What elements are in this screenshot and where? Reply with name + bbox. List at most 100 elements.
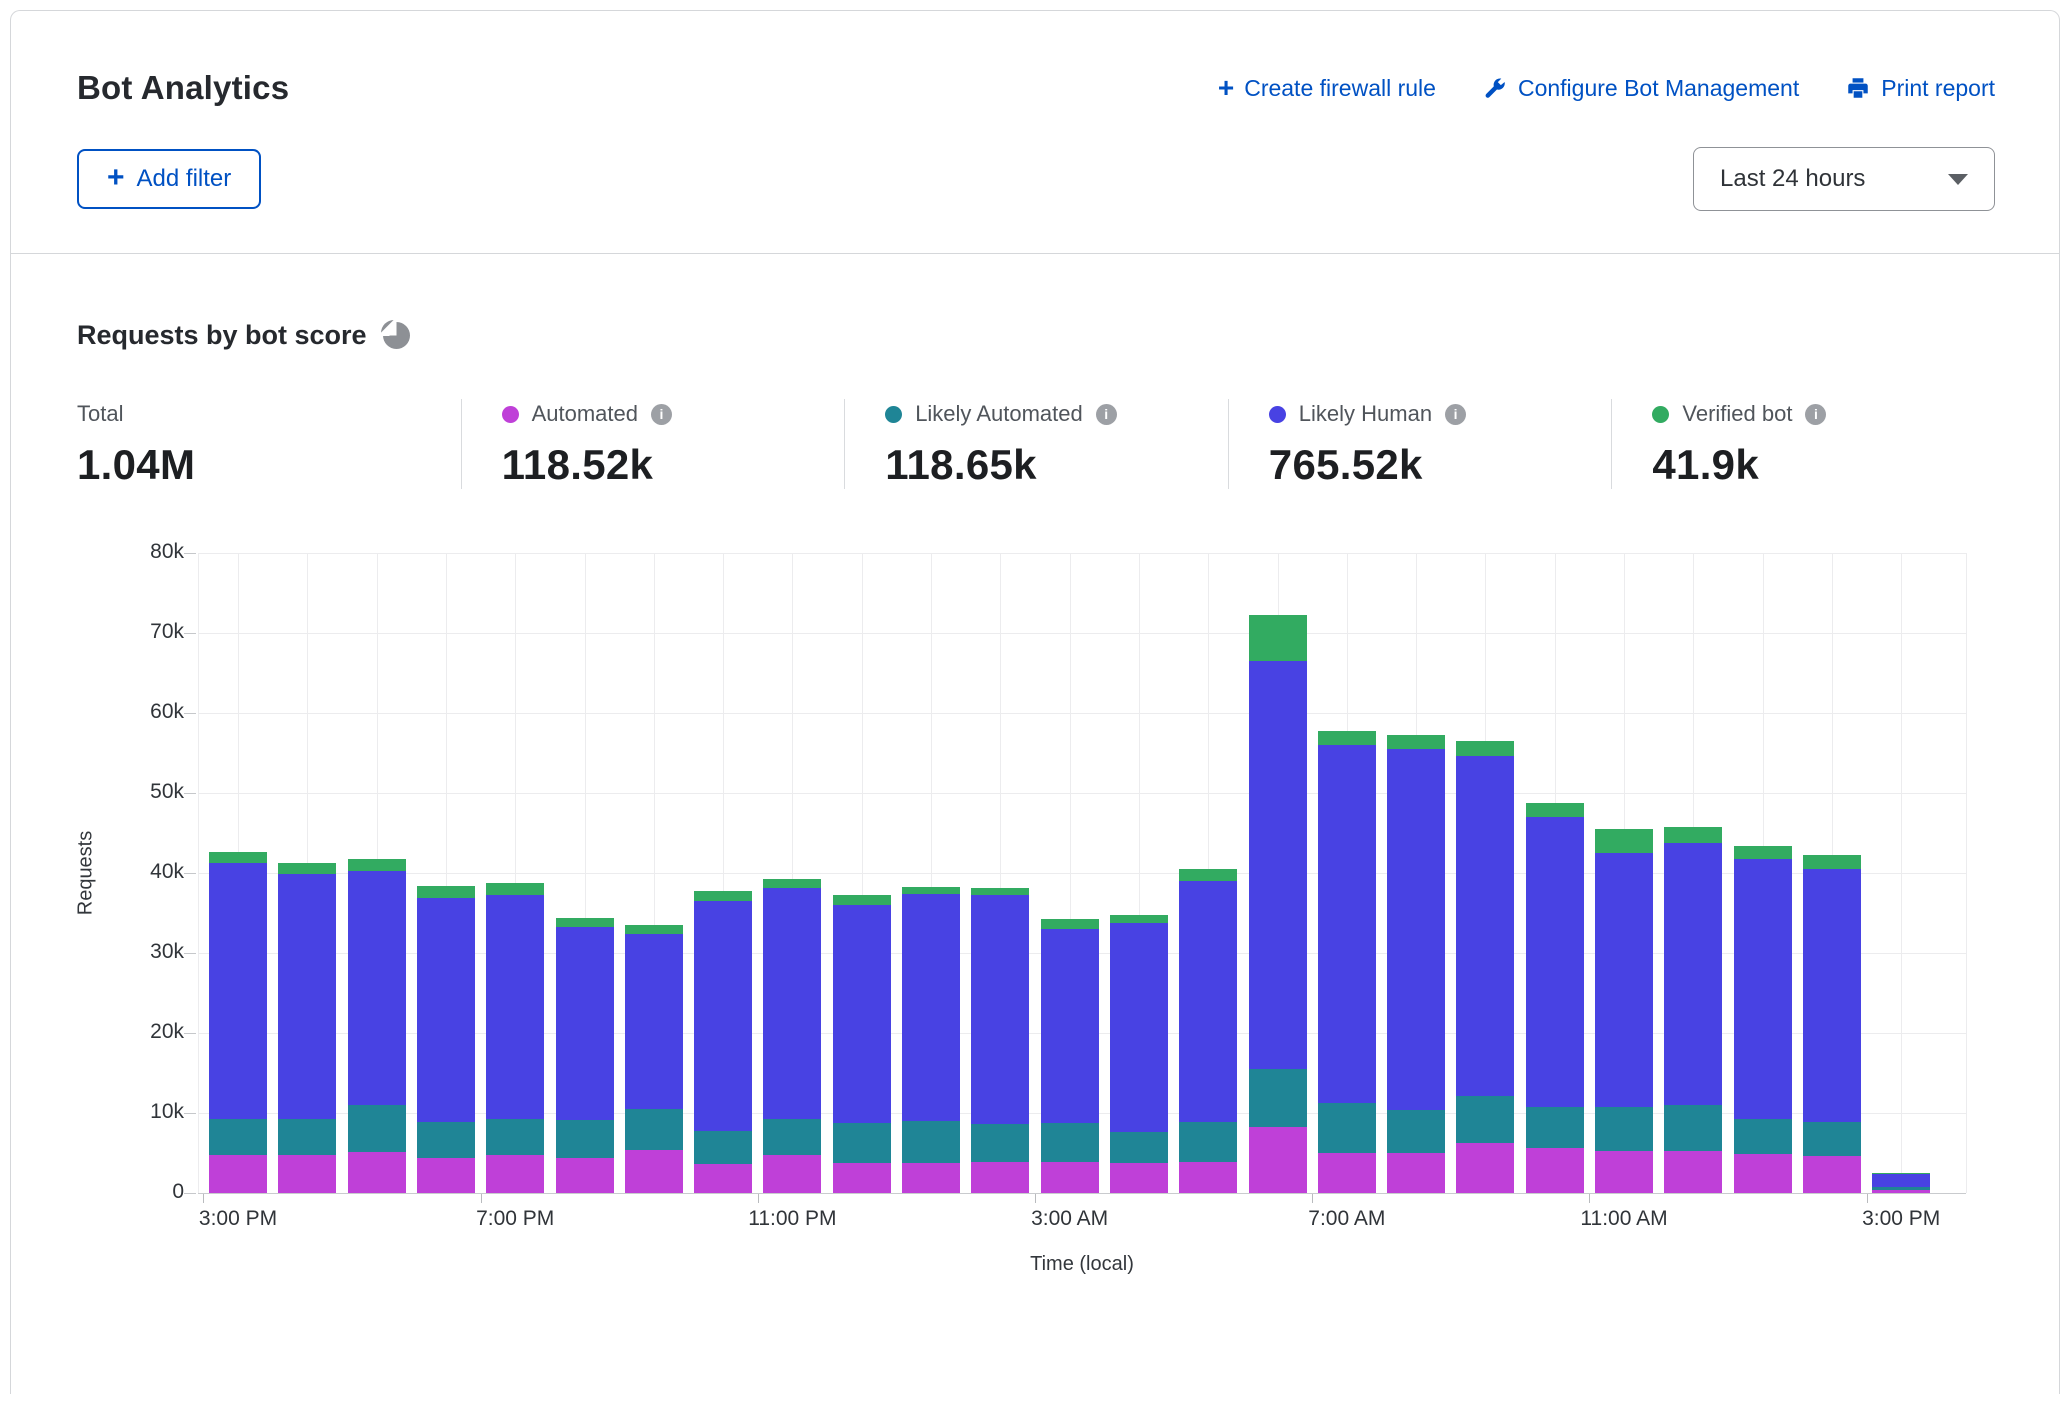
bar-segment-automated [1803,1156,1861,1193]
bar-segment-verified-bot [625,925,683,934]
stat-value: 765.52k [1269,441,1612,489]
bar-segment-likely-automated [348,1105,406,1152]
y-tick [184,1033,196,1034]
bar-segment-likely-automated [1387,1110,1445,1153]
bar-segment-automated [1872,1190,1930,1193]
x-tick-label: 7:00 PM [430,1207,600,1231]
bar-segment-automated [1110,1163,1168,1193]
bar-segment-likely-automated [209,1119,267,1155]
bar-chart: Requests 010k20k30k40k50k60k70k80k3:00 P… [198,553,1966,1283]
bar-1-00-pm[interactable] [1734,553,1792,1193]
y-tick [184,953,196,954]
bar-10-00-am[interactable] [1526,553,1584,1193]
bar-7-00-am[interactable] [1318,553,1376,1193]
y-tick [184,1113,196,1114]
info-icon[interactable]: i [1096,404,1117,425]
bar-segment-automated [1734,1154,1792,1193]
bar-segment-verified-bot [1456,741,1514,756]
stat-label: Verified bot [1682,401,1792,427]
bar-segment-likely-automated [556,1120,614,1158]
plus-icon: + [107,163,125,193]
bar-segment-automated [694,1164,752,1193]
bar-segment-automated [763,1155,821,1193]
bar-5-00-am[interactable] [1179,553,1237,1193]
x-tick [1589,1194,1590,1203]
bar-9-00-am[interactable] [1456,553,1514,1193]
bar-segment-likely-automated [1595,1107,1653,1151]
bar-3-00-pm[interactable] [1872,553,1930,1193]
x-tick-label: 3:00 AM [985,1207,1155,1231]
header: Bot Analytics +Create firewall ruleConfi… [11,11,2059,254]
action-label: Configure Bot Management [1518,75,1799,102]
bar-12-00-am[interactable] [833,553,891,1193]
y-tick-label: 10k [94,1100,184,1124]
bar-segment-verified-bot [971,888,1029,895]
bar-2-00-pm[interactable] [1803,553,1861,1193]
stat-value: 41.9k [1652,441,1995,489]
bar-3-00-pm[interactable] [209,553,267,1193]
stats-row: Total1.04MAutomatedi118.52kLikely Automa… [77,399,1995,489]
bar-4-00-am[interactable] [1110,553,1168,1193]
bar-11-00-pm[interactable] [763,553,821,1193]
bar-segment-verified-bot [1249,615,1307,661]
bar-segment-likely-automated [1664,1105,1722,1151]
bar-8-00-pm[interactable] [556,553,614,1193]
bar-3-00-am[interactable] [1041,553,1099,1193]
bar-6-00-pm[interactable] [417,553,475,1193]
print-report-link[interactable]: Print report [1845,75,1995,102]
bar-segment-verified-bot [1318,731,1376,745]
action-label: Print report [1881,75,1995,102]
bar-segment-automated [1249,1127,1307,1193]
chevron-down-icon [1948,174,1968,185]
x-tick [203,1194,204,1203]
bar-segment-automated [417,1158,475,1193]
bar-segment-likely-human [348,871,406,1105]
bar-segment-likely-human [1595,853,1653,1107]
bar-segment-likely-human [1318,745,1376,1103]
configure-bot-management-link[interactable]: Configure Bot Management [1482,75,1799,102]
bar-12-00-pm[interactable] [1664,553,1722,1193]
info-icon[interactable]: i [1805,404,1826,425]
plot-area: 010k20k30k40k50k60k70k80k3:00 PM7:00 PM1… [198,553,1966,1193]
stat-label: Likely Automated [915,401,1083,427]
bar-segment-likely-human [971,895,1029,1124]
bar-segment-automated [1318,1153,1376,1193]
bar-segment-automated [902,1163,960,1193]
bar-segment-automated [625,1150,683,1193]
bar-9-00-pm[interactable] [625,553,683,1193]
bar-segment-likely-automated [1803,1122,1861,1156]
stat-automated: Automatedi118.52k [461,399,845,489]
bar-segment-likely-automated [1318,1103,1376,1153]
bar-segment-likely-human [1249,661,1307,1069]
bar-segment-verified-bot [556,918,614,927]
bar-segment-likely-human [1179,881,1237,1122]
bar-segment-verified-bot [833,895,891,905]
x-tick-label: 11:00 PM [707,1207,877,1231]
create-firewall-rule-link[interactable]: +Create firewall rule [1218,74,1436,102]
bar-segment-likely-automated [1041,1123,1099,1162]
bar-5-00-pm[interactable] [348,553,406,1193]
y-tick [184,553,196,554]
bar-segment-verified-bot [1734,846,1792,859]
bar-2-00-am[interactable] [971,553,1029,1193]
bar-segment-likely-human [1803,869,1861,1122]
bar-6-00-am[interactable] [1249,553,1307,1193]
bar-segment-likely-human [1456,756,1514,1096]
bar-segment-verified-bot [902,887,960,893]
info-icon[interactable]: i [651,404,672,425]
section-title: Requests by bot score [77,320,367,351]
bar-10-00-pm[interactable] [694,553,752,1193]
bar-segment-verified-bot [1179,869,1237,881]
add-filter-button[interactable]: + Add filter [77,149,261,209]
bar-7-00-pm[interactable] [486,553,544,1193]
bar-11-00-am[interactable] [1595,553,1653,1193]
bar-segment-automated [833,1163,891,1193]
time-range-select[interactable]: Last 24 hours [1693,147,1995,211]
stat-value: 118.52k [502,441,845,489]
info-icon[interactable]: i [1445,404,1466,425]
bar-segment-verified-bot [486,883,544,896]
bar-1-00-am[interactable] [902,553,960,1193]
bar-8-00-am[interactable] [1387,553,1445,1193]
bar-segment-automated [1041,1162,1099,1193]
bar-4-00-pm[interactable] [278,553,336,1193]
